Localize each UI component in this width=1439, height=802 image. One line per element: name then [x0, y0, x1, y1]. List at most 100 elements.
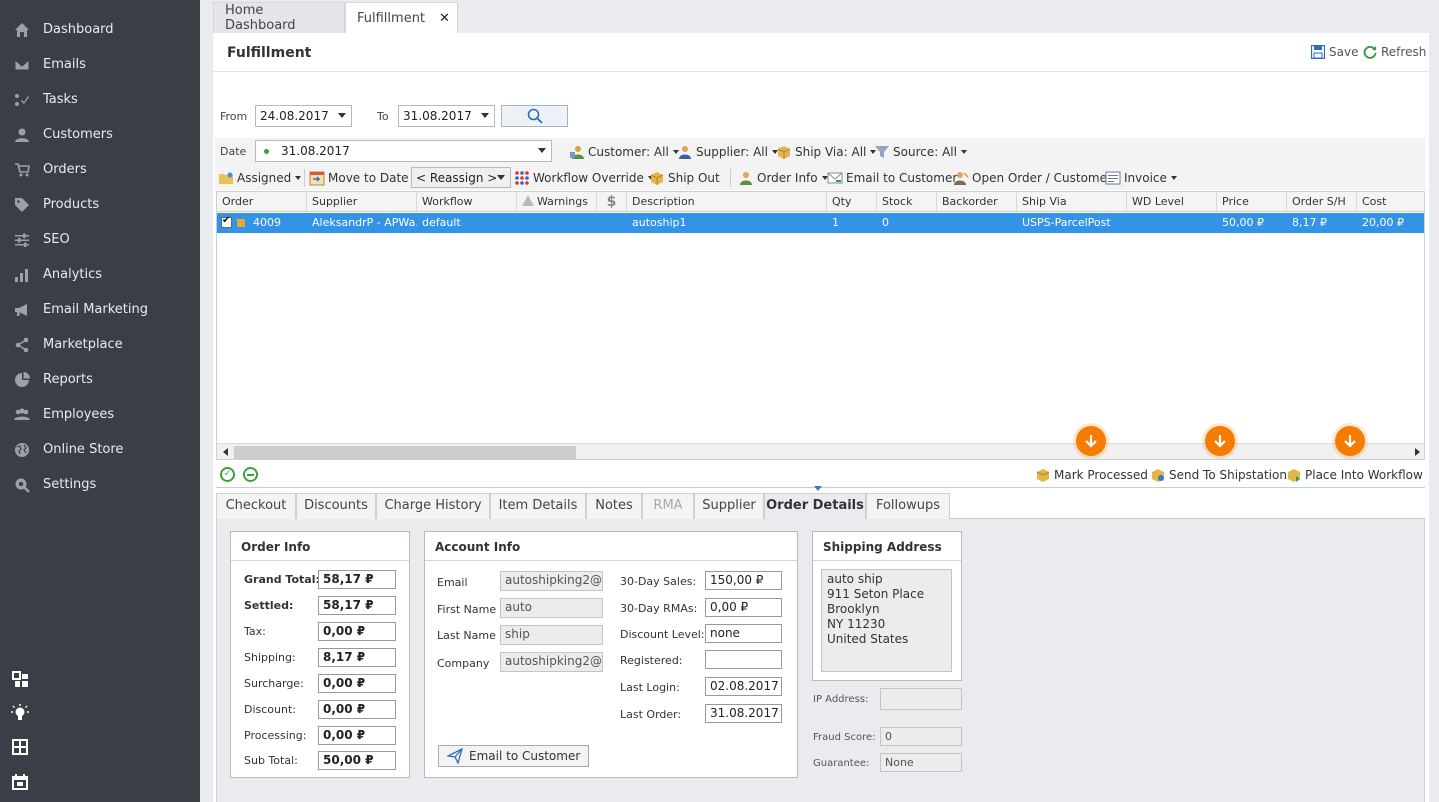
nav-settings[interactable]: Settings — [0, 467, 200, 502]
nav-reports[interactable]: Reports — [0, 362, 200, 397]
company-field[interactable]: autoshipking2@ — [500, 652, 603, 672]
nav-customers[interactable]: Customers — [0, 117, 200, 152]
horizontal-scrollbar[interactable] — [217, 443, 1424, 459]
shipping-field[interactable]: 8,17 ₽ — [318, 648, 396, 667]
column-header-cost[interactable]: Cost — [1357, 192, 1424, 212]
shipping-address-field[interactable]: auto ship 911 Seton Place Brooklyn NY 11… — [821, 569, 952, 672]
column-header-warnings[interactable]: Warnings — [517, 192, 597, 212]
surcharge-field[interactable]: 0,00 ₽ — [318, 674, 396, 693]
tab-supplier[interactable]: Supplier — [694, 493, 764, 519]
scroll-right-icon[interactable] — [1415, 448, 1420, 456]
tax-field[interactable]: 0,00 ₽ — [318, 622, 396, 641]
nav-employees[interactable]: Employees — [0, 397, 200, 432]
calendar-icon[interactable] — [11, 773, 31, 793]
nav-online-store[interactable]: Online Store — [0, 432, 200, 467]
first-name-field[interactable]: auto — [500, 598, 603, 618]
order-info-dropdown[interactable]: Order Info — [738, 168, 828, 188]
column-header-price[interactable]: Price — [1217, 192, 1287, 212]
search-button[interactable] — [501, 105, 568, 127]
column-header-dollar[interactable]: $ — [597, 192, 627, 212]
ship-via-filter[interactable]: Ship Via: All — [776, 142, 877, 162]
assigned-dropdown[interactable]: Assigned — [218, 168, 302, 188]
mark-processed-button[interactable]: Mark Processed — [1035, 467, 1148, 483]
tab-followups[interactable]: Followups — [866, 493, 950, 519]
invoice-dropdown[interactable]: Invoice — [1105, 168, 1177, 188]
nav-marketplace[interactable]: Marketplace — [0, 327, 200, 362]
discount-level-field[interactable]: none — [705, 624, 782, 643]
nav-orders[interactable]: Orders — [0, 152, 200, 187]
calculator-icon[interactable] — [11, 738, 31, 758]
sales-field[interactable]: 150,00 ₽ — [705, 571, 782, 590]
send-shipstation-down-button[interactable] — [1205, 426, 1235, 456]
nav-analytics[interactable]: Analytics — [0, 257, 200, 292]
registered-field[interactable] — [705, 650, 782, 669]
close-icon[interactable]: ✕ — [439, 11, 450, 26]
column-header-qty[interactable]: Qty — [827, 192, 877, 212]
workflow-override-dropdown[interactable]: Workflow Override — [514, 168, 654, 188]
place-into-workflow-button[interactable]: Place Into Workflow — [1286, 467, 1423, 483]
lightbulb-icon[interactable] — [11, 704, 31, 724]
row-checkbox[interactable]: ✔ — [221, 215, 232, 228]
move-to-date-button[interactable]: Move to Date — [309, 168, 409, 188]
nav-dashboard[interactable]: Dashboard — [0, 12, 200, 47]
column-header-workflow[interactable]: Workflow — [417, 192, 517, 212]
send-to-shipstation-button[interactable]: Send To Shipstation — [1150, 467, 1287, 483]
tab-checkout[interactable]: Checkout — [216, 493, 296, 519]
supplier-filter[interactable]: Supplier: All — [677, 142, 778, 162]
last-login-field[interactable]: 02.08.2017 — [705, 677, 782, 696]
column-header-stock[interactable]: Stock — [877, 192, 937, 212]
uncheck-all-icon[interactable] — [243, 467, 258, 482]
from-date-picker[interactable]: 24.08.2017 — [255, 105, 352, 127]
tab-order-details[interactable]: Order Details — [764, 493, 866, 519]
last-order-field[interactable]: 31.08.2017 — [705, 704, 782, 723]
splitter-handle-icon[interactable] — [814, 486, 822, 491]
reassign-select[interactable]: < Reassign > — [411, 167, 511, 188]
tab-notes[interactable]: Notes — [586, 493, 642, 519]
email-customer-button[interactable]: Email to Customer — [438, 745, 590, 767]
customer-filter[interactable]: Customer: All — [569, 142, 679, 162]
nav-email-marketing[interactable]: Email Marketing — [0, 292, 200, 327]
nav-emails[interactable]: Emails — [0, 47, 200, 82]
to-date-picker[interactable]: 31.08.2017 — [398, 105, 495, 127]
email-field[interactable]: autoshipking2@ — [500, 571, 603, 591]
column-header-order[interactable]: Order — [217, 192, 307, 212]
column-header-wd-level[interactable]: WD Level — [1127, 192, 1217, 212]
settled-field[interactable]: 58,17 ₽ — [318, 596, 396, 615]
source-filter[interactable]: Source: All — [874, 142, 967, 162]
column-header-supplier[interactable]: Supplier — [307, 192, 417, 212]
email-to-customer-button[interactable]: Email to Customer — [827, 168, 957, 188]
fraud-score-field[interactable]: 0 — [880, 727, 962, 746]
ip-address-field[interactable] — [880, 688, 962, 710]
last-name-field[interactable]: ship — [500, 625, 603, 645]
grand-total-field[interactable]: 58,17 ₽ — [318, 570, 396, 589]
rmas-field[interactable]: 0,00 ₽ — [705, 598, 782, 617]
scroll-thumb[interactable] — [234, 446, 576, 459]
open-order-customer-button[interactable]: Open Order / Customer — [953, 168, 1112, 188]
column-header-order-sh[interactable]: Order S/H — [1287, 192, 1357, 212]
nav-tasks[interactable]: Tasks — [0, 82, 200, 117]
save-button[interactable]: Save — [1311, 45, 1358, 59]
tab-fulfillment[interactable]: Fulfillment ✕ — [345, 2, 458, 33]
mark-processed-down-button[interactable] — [1076, 426, 1106, 456]
discount-field[interactable]: 0,00 ₽ — [318, 700, 396, 719]
place-workflow-down-button[interactable] — [1335, 426, 1365, 456]
refresh-button[interactable]: Refresh — [1363, 45, 1426, 59]
nav-seo[interactable]: SEO — [0, 222, 200, 257]
scroll-left-icon[interactable] — [223, 448, 228, 456]
tab-charge-history[interactable]: Charge History — [376, 493, 490, 519]
nav-products[interactable]: Products — [0, 187, 200, 222]
widgets-icon[interactable] — [11, 670, 31, 690]
tab-discounts[interactable]: Discounts — [296, 493, 376, 519]
column-header-ship-via[interactable]: Ship Via — [1017, 192, 1127, 212]
date-select[interactable]: 31.08.2017 — [255, 140, 552, 162]
processing-field[interactable]: 0,00 ₽ — [318, 726, 396, 745]
column-header-description[interactable]: Description — [627, 192, 827, 212]
tab-home-dashboard[interactable]: Home Dashboard — [213, 2, 345, 33]
column-header-backorder[interactable]: Backorder — [937, 192, 1017, 212]
check-all-icon[interactable]: ✓ — [220, 467, 235, 482]
sub-total-field[interactable]: 50,00 ₽ — [318, 751, 396, 770]
tab-item-details[interactable]: Item Details — [490, 493, 586, 519]
guarantee-field[interactable]: None — [880, 753, 962, 772]
table-row[interactable]: ✔ 4009 AleksandrP - APWa... default auto… — [217, 213, 1424, 233]
ship-out-button[interactable]: Ship Out — [649, 168, 720, 188]
